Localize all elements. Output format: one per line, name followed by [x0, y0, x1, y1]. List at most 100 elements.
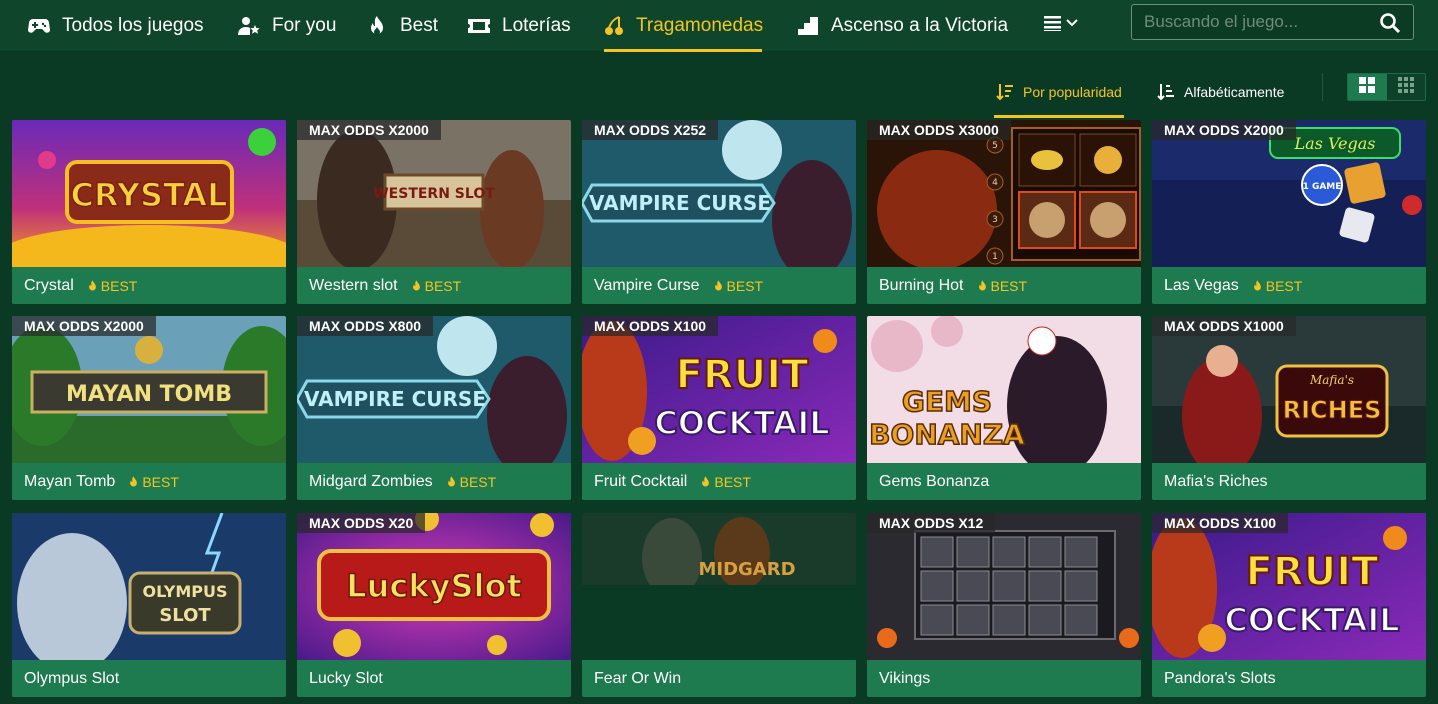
game-caption: Burning Hot BEST — [867, 267, 1141, 304]
ticket-icon — [468, 15, 490, 37]
flame-icon — [714, 279, 722, 290]
nav-item-for-you[interactable]: For you — [238, 0, 336, 52]
max-odds-badge: MAX ODDS X1000 — [1152, 316, 1296, 336]
search-box — [1131, 4, 1414, 40]
game-card-burning-hot[interactable]: 5 4 3 1 MAX ODDS X3000 Burning Hot BEST — [867, 120, 1141, 304]
user-star-icon — [238, 15, 260, 37]
game-card-midgard-zombies[interactable]: VAMPIRE CURSE MAX ODDS X800 Midgard Zomb… — [297, 316, 571, 500]
game-title: Lucky Slot — [309, 669, 383, 687]
game-card-crystal[interactable]: CRYSTAL Crystal BEST — [12, 120, 286, 304]
game-card-gems-bonanza[interactable]: GEMS BONANZA Gems Bonanza — [867, 316, 1141, 500]
nav-item-label: Todos los juegos — [62, 15, 204, 36]
game-card-mayan-tomb[interactable]: MAYAN TOMB MAX ODDS X2000 Mayan Tomb BES… — [12, 316, 286, 500]
game-thumbnail: FRUIT COCKTAIL MAX ODDS X100 — [1152, 513, 1426, 660]
game-card-vikings[interactable]: MAX ODDS X12 Vikings — [867, 513, 1141, 697]
max-odds-badge: MAX ODDS X2000 — [1152, 120, 1296, 140]
game-card-western-slot[interactable]: WESTERN SLOT MAX ODDS X2000 Western slot… — [297, 120, 571, 304]
best-badge: BEST — [447, 474, 496, 490]
max-odds-badge: MAX ODDS X12 — [867, 513, 996, 533]
nav-item-best[interactable]: Best — [366, 0, 438, 52]
best-badge: BEST — [88, 278, 137, 294]
game-thumbnail: MAYAN TOMB MAX ODDS X2000 — [12, 316, 286, 463]
game-card-olympus-slot[interactable]: OLYMPUS SLOT Olympus Slot — [12, 513, 286, 697]
nav-item-climb-to-victory[interactable]: Ascenso a la Victoria — [797, 0, 1008, 52]
game-thumbnail: VAMPIRE CURSE MAX ODDS X252 — [582, 120, 856, 267]
olympus-logo-bottom: SLOT — [159, 605, 211, 626]
small-grid-view-button[interactable] — [1386, 74, 1425, 100]
game-caption: Vampire Curse BEST — [582, 267, 856, 304]
sort-alpha-icon — [1157, 83, 1175, 101]
game-card-fruit-cocktail[interactable]: FRUIT COCKTAIL MAX ODDS X100 Fruit Cockt… — [582, 316, 856, 500]
mafia-logo-small: Mafia's — [1309, 373, 1354, 387]
game-title: Pandora's Slots — [1164, 669, 1276, 687]
fruit-logo-top: FRUIT — [1246, 549, 1379, 595]
max-odds-badge: MAX ODDS X800 — [297, 316, 434, 336]
best-label: BEST — [990, 277, 1028, 294]
best-label: BEST — [1265, 277, 1303, 294]
mayan-logo-text: MAYAN TOMB — [66, 382, 232, 407]
game-title: Fruit Cocktail — [594, 472, 688, 490]
game-title: Mafia's Riches — [1164, 472, 1268, 490]
game-card-lucky-slot[interactable]: LuckySlot MAX ODDS X20 Lucky Slot — [297, 513, 571, 697]
game-caption: Lucky Slot — [297, 660, 571, 697]
sort-alpha-label: Alfabéticamente — [1184, 84, 1285, 100]
game-caption: Fear Or Win — [582, 660, 856, 697]
nav-item-label: Ascenso a la Victoria — [831, 15, 1009, 36]
nav-item-slots[interactable]: Tragamonedas — [604, 0, 763, 52]
large-grid-view-button[interactable] — [1348, 74, 1387, 100]
max-odds-badge: MAX ODDS X2000 — [12, 316, 156, 336]
search-icon[interactable] — [1379, 12, 1401, 34]
small-grid-icon — [1397, 76, 1414, 98]
flame-icon — [978, 279, 986, 290]
more-menu-button[interactable] — [1044, 0, 1080, 52]
best-badge: BEST — [714, 278, 763, 294]
large-grid-icon — [1359, 76, 1376, 98]
game-title: Western slot — [309, 276, 398, 294]
game-title: Mayan Tomb — [24, 472, 116, 490]
game-thumbnail: Las Vegas 1 GAME MAX ODDS X2000 — [1152, 120, 1426, 267]
nav-item-label: Loterías — [502, 15, 571, 36]
game-thumbnail: MIDGARD — [582, 513, 856, 585]
nav-item-lotteries[interactable]: Loterías — [468, 0, 571, 52]
game-caption: Mayan Tomb BEST — [12, 463, 286, 500]
game-thumbnail: MAX ODDS X12 — [867, 513, 1141, 660]
game-title: Crystal — [24, 276, 74, 294]
menu-chevron-icon — [1044, 14, 1080, 38]
flame-icon — [412, 279, 420, 290]
game-caption: Crystal BEST — [12, 267, 286, 304]
best-badge: BEST — [978, 277, 1028, 294]
sort-popularity-icon — [996, 83, 1014, 101]
flame-icon — [1253, 279, 1261, 290]
game-title: Burning Hot — [879, 276, 964, 294]
game-thumbnail: CRYSTAL — [12, 120, 286, 267]
game-card-vampire-curse[interactable]: VAMPIRE CURSE MAX ODDS X252 Vampire Curs… — [582, 120, 856, 304]
game-caption: Western slot BEST — [297, 267, 571, 304]
sort-alphabetically[interactable]: Alfabéticamente — [1157, 66, 1284, 118]
crystal-logo-text: CRYSTAL — [70, 176, 227, 214]
nav-item-all-games[interactable]: Todos los juegos — [28, 0, 204, 52]
game-card-las-vegas[interactable]: Las Vegas 1 GAME MAX ODDS X2000 Las Vega… — [1152, 120, 1426, 304]
nav-item-label: Best — [400, 15, 439, 36]
vegas-logo-text: Las Vegas — [1293, 134, 1375, 153]
view-toggle — [1347, 73, 1426, 101]
game-thumbnail: OLYMPUS SLOT — [12, 513, 286, 660]
sort-by-popularity[interactable]: Por popularidad — [994, 66, 1124, 118]
game-thumbnail: LuckySlot MAX ODDS X20 — [297, 513, 571, 660]
game-caption: Gems Bonanza — [867, 463, 1141, 500]
divider — [1322, 73, 1323, 101]
best-label: BEST — [142, 473, 179, 490]
game-card-fear-or-win[interactable]: MIDGARD Fear Or Win — [582, 513, 856, 697]
max-odds-badge: MAX ODDS X100 — [582, 316, 719, 336]
search-input[interactable] — [1144, 5, 1374, 39]
best-badge: BEST — [129, 474, 179, 490]
midgard-logo-text: MIDGARD — [698, 559, 795, 580]
gems-logo-bottom: BONANZA — [869, 418, 1025, 451]
game-title: Las Vegas — [1164, 276, 1239, 294]
gamepad-icon — [28, 15, 50, 37]
best-label: BEST — [714, 473, 751, 490]
game-card-mafias-riches[interactable]: Mafia's RICHES MAX ODDS X1000 Mafia's Ri… — [1152, 316, 1426, 500]
lucky-logo-text: LuckySlot — [346, 567, 522, 605]
game-card-pandoras-slots[interactable]: FRUIT COCKTAIL MAX ODDS X100 Pandora's S… — [1152, 513, 1426, 697]
max-odds-badge: MAX ODDS X2000 — [297, 120, 441, 140]
mafia-logo-big: RICHES — [1283, 396, 1382, 424]
